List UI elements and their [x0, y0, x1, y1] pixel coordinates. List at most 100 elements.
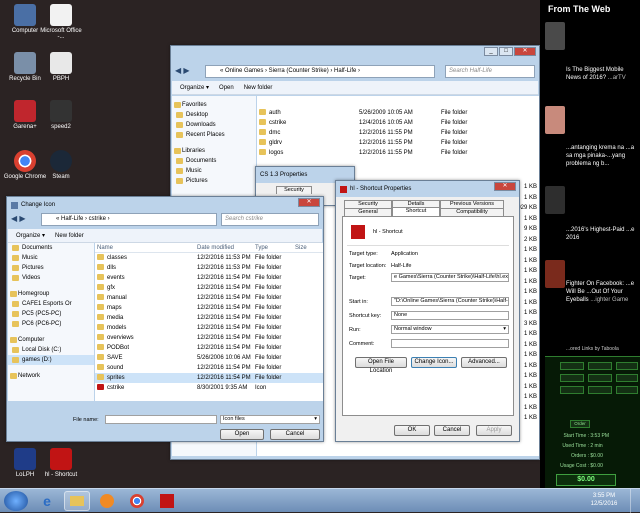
cancel-button[interactable]: Cancel [270, 429, 320, 440]
file-row[interactable]: models 12/2/2016 11:54 PM File folder [95, 323, 323, 333]
target-input[interactable]: e Games\Sierra (Counter Strike)\Half-Lif… [391, 273, 509, 282]
news-thumbnail[interactable] [545, 22, 565, 50]
news-item[interactable]: Fighter On Facebook: ...e Will Be ...Out… [566, 280, 640, 304]
hud-button[interactable] [588, 362, 612, 370]
tray-icons[interactable] [560, 495, 572, 505]
file-row[interactable]: PODBot 12/2/2016 11:54 PM File folder [95, 343, 323, 353]
file-row[interactable]: manual 12/2/2016 11:54 PM File folder [95, 293, 323, 303]
show-desktop-button[interactable] [630, 489, 640, 513]
minimize-button[interactable]: _ [484, 47, 498, 56]
hud-button[interactable] [616, 374, 638, 382]
taskbar-chrome[interactable] [124, 491, 150, 511]
close-button[interactable]: ✕ [514, 47, 536, 56]
hud-button[interactable] [588, 374, 612, 382]
organize-button[interactable]: Organize ▾ [180, 84, 209, 91]
file-name-input[interactable] [105, 415, 217, 424]
tab-previous-versions[interactable]: Previous Versions [440, 200, 504, 208]
file-row[interactable]: SAVE 5/26/2006 10:06 AM File folder [95, 353, 323, 363]
comment-input[interactable] [391, 339, 509, 348]
open-button[interactable]: Open [219, 85, 234, 91]
nav-desktop[interactable]: Desktop [172, 110, 256, 120]
close-button[interactable]: ✕ [494, 182, 516, 191]
nav-downloads[interactable]: Downloads [172, 120, 256, 130]
taskbar-half-life[interactable] [154, 491, 180, 511]
run-select[interactable]: Normal window ▾ [391, 325, 509, 334]
nav-cafe1[interactable]: CAFE1 Esports Or [8, 299, 94, 309]
nav-favorites[interactable]: Favorites [172, 100, 256, 110]
desktop-icon-steam[interactable]: Steam [36, 150, 86, 180]
order-tab[interactable]: Order [570, 420, 590, 428]
file-row[interactable]: cstrike 12/4/2016 10:05 AM File folder [257, 118, 539, 128]
close-button[interactable]: ✕ [298, 198, 320, 207]
column-date[interactable]: Date modified [195, 243, 253, 252]
news-item[interactable]: ...2016's Highest-Paid ...e 2016 [566, 226, 640, 242]
nav-games-drive[interactable]: games (D:) [8, 355, 94, 365]
nav-videos[interactable]: Videos [8, 273, 94, 283]
nav-pictures[interactable]: Pictures [8, 263, 94, 273]
maximize-button[interactable]: □ [499, 47, 513, 56]
open-button[interactable]: Open [220, 429, 264, 440]
apply-button[interactable]: Apply [476, 425, 512, 436]
new-folder-button[interactable]: New folder [244, 85, 273, 91]
file-row[interactable]: classes 12/2/2016 11:53 PM File folder [95, 253, 323, 263]
open-file-location-button[interactable]: Open File Location [355, 357, 407, 374]
column-type[interactable]: Type [253, 243, 293, 252]
explorer-address-bar[interactable]: « Online Games › Sierra (Counter Strike)… [205, 65, 435, 78]
file-row[interactable]: gldrv 12/2/2016 11:55 PM File folder [257, 138, 539, 148]
nav-documents[interactable]: Documents [172, 156, 256, 166]
hud-button[interactable] [560, 362, 584, 370]
desktop-icon-pbph[interactable]: PBPH [36, 52, 86, 82]
shortcut-key-input[interactable]: None [391, 311, 509, 320]
hud-button[interactable] [588, 386, 612, 394]
nav-pictures[interactable]: Pictures [172, 176, 256, 186]
nav-recent-places[interactable]: Recent Places [172, 130, 256, 140]
taskbar-media-player[interactable] [94, 491, 120, 511]
file-row[interactable]: auth 5/26/2009 10:05 AM File folder [257, 108, 539, 118]
file-type-select[interactable]: Icon files ▾ [220, 415, 320, 424]
file-row[interactable]: media 12/2/2016 11:54 PM File folder [95, 313, 323, 323]
nav-local-disk[interactable]: Local Disk (C:) [8, 345, 94, 355]
back-forward-icon[interactable]: ◀ ▶ [11, 214, 26, 223]
ok-button[interactable]: OK [394, 425, 430, 436]
file-row[interactable]: gfx 12/2/2016 11:54 PM File folder [95, 283, 323, 293]
nav-music[interactable]: Music [172, 166, 256, 176]
column-name[interactable]: Name [95, 243, 195, 252]
explorer-search-input[interactable]: Search Half-Life [445, 65, 535, 78]
news-thumbnail[interactable] [545, 260, 565, 288]
desktop-icon-speed2[interactable]: speed2 [36, 100, 86, 130]
tab-general[interactable]: General [344, 208, 392, 216]
hud-button[interactable] [616, 386, 638, 394]
news-thumbnail[interactable] [545, 186, 565, 214]
nav-homegroup[interactable]: Homegroup [8, 289, 94, 299]
file-row[interactable]: dmc 12/2/2016 11:55 PM File folder [257, 128, 539, 138]
change-icon-address-bar[interactable]: « Half-Life › cstrike › [41, 213, 217, 226]
tab-security-cs[interactable]: Security [276, 186, 312, 194]
news-item[interactable]: ...antanging krema na ...a sa mga pinaka… [566, 144, 640, 168]
hud-button[interactable] [560, 386, 584, 394]
nav-libraries[interactable]: Libraries [172, 146, 256, 156]
file-row[interactable]: cstrike 8/30/2001 9:35 AM Icon [95, 383, 323, 393]
tab-security[interactable]: Security [344, 200, 392, 208]
file-row[interactable]: overviews 12/2/2016 11:54 PM File folder [95, 333, 323, 343]
cancel-button[interactable]: Cancel [434, 425, 470, 436]
change-icon-button[interactable]: Change Icon... [411, 357, 457, 368]
file-row[interactable]: logos 12/2/2016 11:55 PM File folder [257, 148, 539, 158]
desktop-icon-office[interactable]: Microsoft Office -... [36, 4, 86, 40]
file-row[interactable]: maps 12/2/2016 11:54 PM File folder [95, 303, 323, 313]
nav-pc6[interactable]: PC6 (PC6-PC) [8, 319, 94, 329]
tab-compatibility[interactable]: Compatibility [440, 208, 504, 216]
file-row[interactable]: sound 12/2/2016 11:54 PM File folder [95, 363, 323, 373]
organize-button[interactable]: Organize ▾ [16, 232, 45, 239]
news-item[interactable]: Is The Biggest Mobile News of 2016? ...a… [566, 66, 640, 82]
start-in-input[interactable]: "D:\Online Games\Sierra (Counter Strike)… [391, 297, 509, 306]
nav-computer[interactable]: Computer [8, 335, 94, 345]
new-folder-button[interactable]: New folder [55, 233, 84, 239]
clock[interactable]: 3:55 PM 12/5/2016 [584, 492, 624, 508]
start-button[interactable] [4, 491, 28, 511]
hud-button[interactable] [616, 362, 638, 370]
file-row[interactable]: dlls 12/2/2016 11:53 PM File folder [95, 263, 323, 273]
file-row[interactable]: events 12/2/2016 11:54 PM File folder [95, 273, 323, 283]
news-thumbnail[interactable] [545, 106, 565, 134]
nav-pc5[interactable]: PC5 (PC5-PC) [8, 309, 94, 319]
taskbar-ie[interactable]: e [34, 491, 60, 511]
